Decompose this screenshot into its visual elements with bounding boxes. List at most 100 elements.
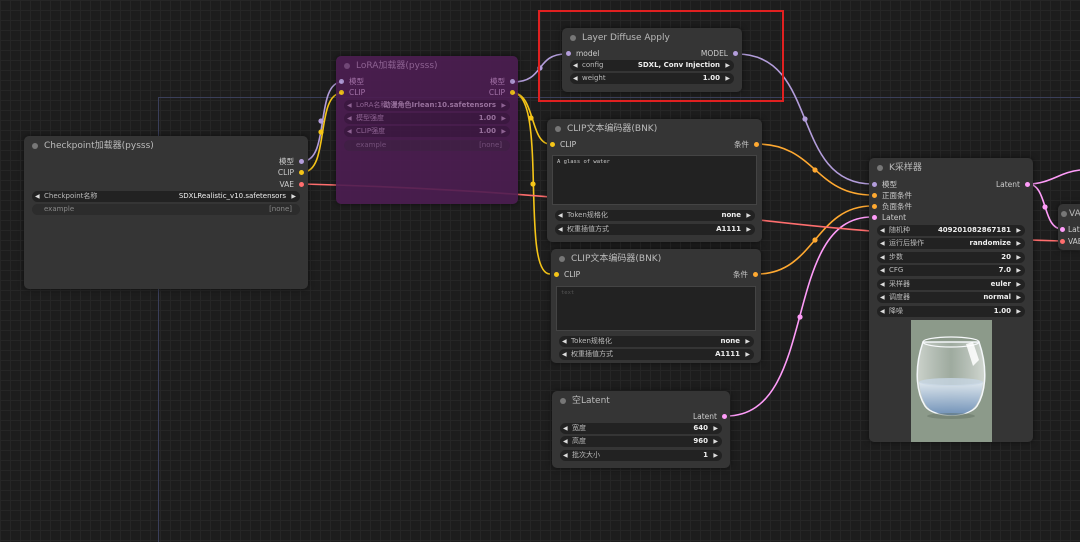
arrow-left-icon[interactable]: ◀ — [880, 265, 885, 276]
arrow-right-icon[interactable]: ▶ — [501, 126, 506, 137]
node-checkpoint-loader[interactable]: Checkpoint加载器(pysss) 模型 CLIP VAE ◀ Check… — [24, 136, 308, 289]
socket-dot-icon[interactable] — [872, 215, 877, 220]
arrow-right-icon[interactable]: ▶ — [1016, 306, 1021, 317]
collapse-dot-icon[interactable] — [32, 143, 38, 149]
socket-dot-icon[interactable] — [339, 79, 344, 84]
prompt-textarea[interactable]: text — [556, 286, 756, 331]
arrow-left-icon[interactable]: ◀ — [35, 191, 40, 202]
node-ksampler[interactable]: K采样器 模型 正面条件 负面条件 Latent Latent ◀ 随机种 40… — [869, 158, 1033, 442]
arrow-left-icon[interactable]: ◀ — [563, 450, 568, 461]
node-title[interactable]: VA — [1058, 204, 1080, 224]
input-positive[interactable]: 正面条件 — [872, 190, 912, 201]
arrow-right-icon[interactable]: ▶ — [501, 113, 506, 124]
socket-dot-icon[interactable] — [566, 51, 571, 56]
node-title[interactable]: LoRA加载器(pysss) — [336, 56, 518, 76]
node-title[interactable]: Checkpoint加载器(pysss) — [24, 136, 308, 156]
node-empty-latent[interactable]: 空Latent Latent ◀ 宽度 640 ▶ ◀ 高度 960 ▶ ◀ 批… — [552, 391, 730, 468]
node-lora-loader[interactable]: LoRA加载器(pysss) 模型 CLIP 模型 CLIP ◀ LoRA名称 … — [336, 56, 518, 204]
arrow-left-icon[interactable]: ◀ — [558, 224, 563, 235]
node-clip-text-encode-negative[interactable]: CLIP文本编码器(BNK) CLIP 条件 text ◀ Token规格化 n… — [551, 249, 761, 363]
socket-dot-icon[interactable] — [754, 142, 759, 147]
widget-width[interactable]: ◀ 宽度 640 ▶ — [560, 423, 722, 434]
arrow-right-icon[interactable]: ▶ — [745, 349, 750, 360]
output-clip[interactable]: CLIP — [278, 167, 304, 178]
node-layer-diffuse-apply[interactable]: Layer Diffuse Apply model MODEL ◀ config… — [562, 28, 742, 92]
arrow-left-icon[interactable]: ◀ — [880, 292, 885, 303]
widget-clip-strength[interactable]: ◀ CLIP强度 1.00 ▶ — [344, 126, 510, 137]
arrow-left-icon[interactable]: ◀ — [573, 73, 578, 84]
arrow-right-icon[interactable]: ▶ — [713, 423, 718, 434]
output-model[interactable]: MODEL — [701, 48, 738, 59]
prompt-textarea[interactable]: A glass of water — [552, 155, 757, 205]
input-latent[interactable]: Latent — [1060, 224, 1080, 235]
output-clip[interactable]: CLIP — [489, 87, 515, 98]
arrow-right-icon[interactable]: ▶ — [746, 224, 751, 235]
node-title[interactable]: CLIP文本编码器(BNK) — [551, 249, 761, 269]
widget-sampler[interactable]: ◀ 采样器 euler ▶ — [877, 279, 1025, 290]
input-latent[interactable]: Latent — [872, 212, 906, 223]
arrow-right-icon[interactable]: ▶ — [1016, 252, 1021, 263]
widget-cfg[interactable]: ◀ CFG 7.0 ▶ — [877, 265, 1025, 276]
node-vae-decode[interactable]: VA Latent VAE — [1058, 204, 1080, 250]
arrow-right-icon[interactable]: ▶ — [725, 60, 730, 71]
node-clip-text-encode-positive[interactable]: CLIP文本编码器(BNK) CLIP 条件 A glass of water … — [547, 119, 762, 242]
arrow-left-icon[interactable]: ◀ — [563, 423, 568, 434]
widget-example[interactable]: example [none] — [32, 204, 300, 215]
output-latent[interactable]: Latent — [996, 179, 1030, 190]
arrow-left-icon[interactable]: ◀ — [558, 210, 563, 221]
widget-steps[interactable]: ◀ 步数 20 ▶ — [877, 252, 1025, 263]
widget-weight-interpretation[interactable]: ◀ 权重插值方式 A1111 ▶ — [555, 224, 755, 235]
collapse-dot-icon[interactable] — [559, 256, 565, 262]
widget-seed[interactable]: ◀ 随机种 409201082867181 ▶ — [877, 225, 1025, 236]
widget-token-normalization[interactable]: ◀ Token规格化 none ▶ — [559, 336, 754, 347]
collapse-dot-icon[interactable] — [344, 63, 350, 69]
input-clip[interactable]: CLIP — [339, 87, 365, 98]
arrow-right-icon[interactable]: ▶ — [501, 100, 506, 111]
collapse-dot-icon[interactable] — [877, 165, 883, 171]
socket-dot-icon[interactable] — [1025, 182, 1030, 187]
output-conditioning[interactable]: 条件 — [734, 139, 759, 150]
arrow-left-icon[interactable]: ◀ — [880, 238, 885, 249]
socket-dot-icon[interactable] — [299, 182, 304, 187]
widget-batch-size[interactable]: ◀ 批次大小 1 ▶ — [560, 450, 722, 461]
arrow-right-icon[interactable]: ▶ — [1016, 279, 1021, 290]
socket-dot-icon[interactable] — [550, 142, 555, 147]
widget-model-strength[interactable]: ◀ 模型强度 1.00 ▶ — [344, 113, 510, 124]
collapse-dot-icon[interactable] — [1061, 211, 1067, 217]
output-conditioning[interactable]: 条件 — [733, 269, 758, 280]
arrow-left-icon[interactable]: ◀ — [562, 336, 567, 347]
widget-denoise[interactable]: ◀ 降噪 1.00 ▶ — [877, 306, 1025, 317]
widget-weight[interactable]: ◀ weight 1.00 ▶ — [570, 73, 734, 84]
arrow-left-icon[interactable]: ◀ — [880, 252, 885, 263]
socket-dot-icon[interactable] — [753, 272, 758, 277]
node-title[interactable]: CLIP文本编码器(BNK) — [547, 119, 762, 139]
arrow-right-icon[interactable]: ▶ — [1016, 265, 1021, 276]
input-model[interactable]: 模型 — [339, 76, 364, 87]
arrow-right-icon[interactable]: ▶ — [713, 436, 718, 447]
input-model[interactable]: 模型 — [872, 179, 897, 190]
widget-example[interactable]: example [none] — [344, 140, 510, 151]
widget-lora-name[interactable]: ◀ LoRA名称 动漫角色Irlean:10.safetensors ▶ — [344, 100, 510, 111]
widget-height[interactable]: ◀ 高度 960 ▶ — [560, 436, 722, 447]
input-vae[interactable]: VAE — [1060, 236, 1080, 247]
arrow-right-icon[interactable]: ▶ — [1016, 225, 1021, 236]
node-title[interactable]: Layer Diffuse Apply — [562, 28, 742, 48]
arrow-left-icon[interactable]: ◀ — [880, 225, 885, 236]
socket-dot-icon[interactable] — [510, 90, 515, 95]
output-model[interactable]: 模型 — [279, 156, 304, 167]
output-vae[interactable]: VAE — [279, 179, 304, 190]
socket-dot-icon[interactable] — [872, 182, 877, 187]
collapse-dot-icon[interactable] — [560, 398, 566, 404]
socket-dot-icon[interactable] — [722, 414, 727, 419]
arrow-right-icon[interactable]: ▶ — [291, 191, 296, 202]
arrow-left-icon[interactable]: ◀ — [563, 436, 568, 447]
input-model[interactable]: model — [566, 48, 599, 59]
input-negative[interactable]: 负面条件 — [872, 201, 912, 212]
arrow-left-icon[interactable]: ◀ — [562, 349, 567, 360]
input-clip[interactable]: CLIP — [550, 139, 576, 150]
arrow-left-icon[interactable]: ◀ — [573, 60, 578, 71]
collapse-dot-icon[interactable] — [570, 35, 576, 41]
arrow-left-icon[interactable]: ◀ — [347, 113, 352, 124]
socket-dot-icon[interactable] — [872, 193, 877, 198]
arrow-left-icon[interactable]: ◀ — [347, 126, 352, 137]
